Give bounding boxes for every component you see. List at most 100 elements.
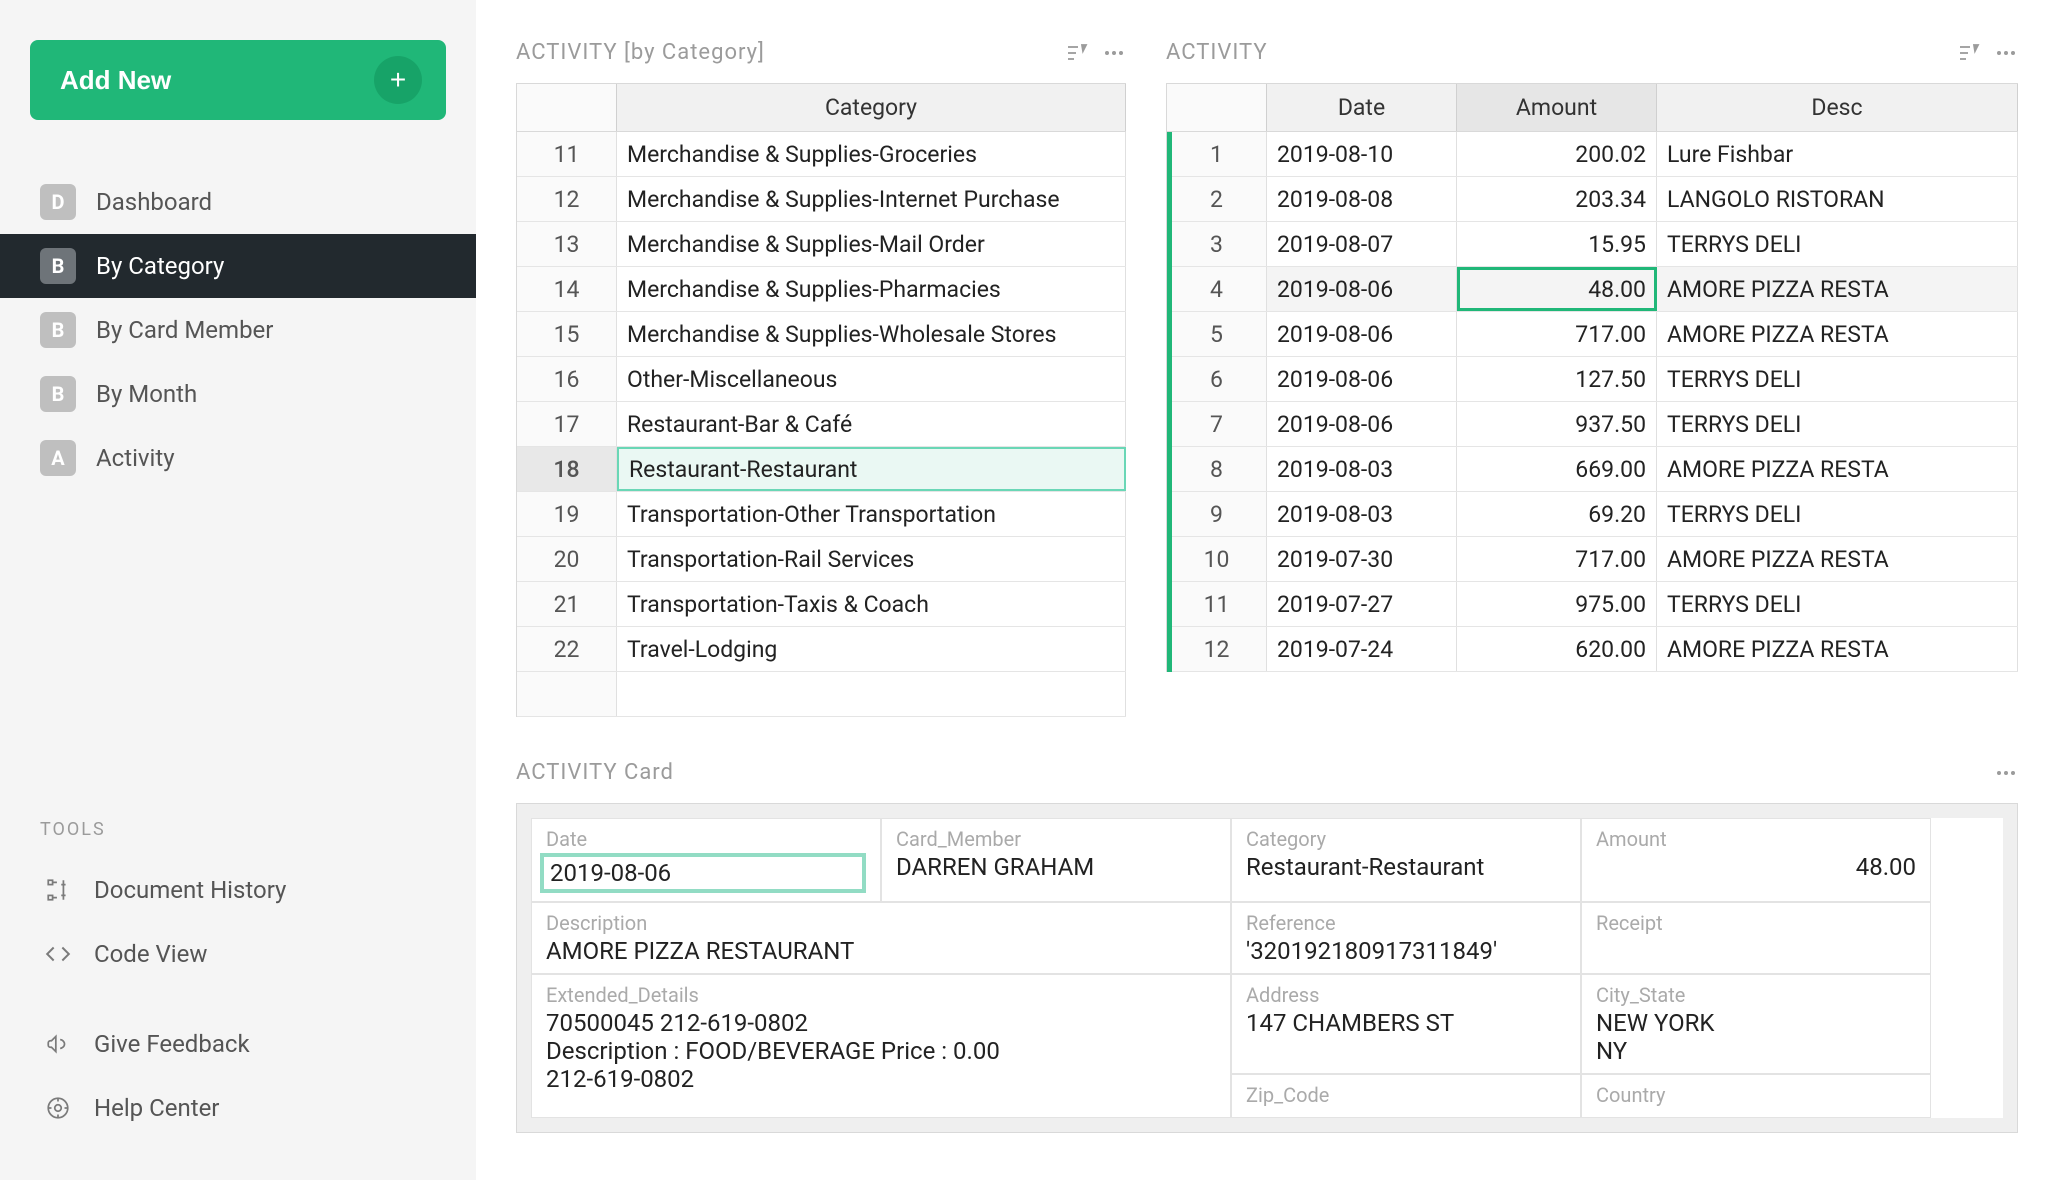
desc-cell[interactable]: AMORE PIZZA RESTA [1657,312,2018,356]
table-row[interactable]: 62019-08-06127.50TERRYS DELI [1167,357,2018,402]
date-cell[interactable]: 2019-07-30 [1267,537,1457,581]
field-extended-details[interactable]: Extended_Details 70500045 212-619-0802 D… [531,974,1231,1118]
add-new-button[interactable]: Add New + [30,40,446,120]
category-cell[interactable]: Restaurant-Restaurant [617,447,1126,491]
category-header[interactable]: Category [617,84,1126,131]
date-cell[interactable]: 2019-07-24 [1267,627,1457,671]
field-reference[interactable]: Reference '320192180917311849' [1231,902,1581,974]
table-row[interactable]: 92019-08-0369.20TERRYS DELI [1167,492,2018,537]
desc-header[interactable]: Desc [1657,84,2018,131]
date-cell[interactable]: 2019-07-27 [1267,582,1457,626]
field-country[interactable]: Country [1581,1074,1931,1118]
amount-header[interactable]: Amount [1457,84,1657,131]
amount-cell[interactable]: 15.95 [1457,222,1657,266]
date-cell[interactable]: 2019-08-07 [1267,222,1457,266]
table-row[interactable]: 16Other-Miscellaneous [517,357,1126,402]
table-row[interactable]: 22019-08-08203.34LANGOLO RISTORAN [1167,177,2018,222]
category-cell[interactable]: Transportation-Taxis & Coach [617,582,1126,626]
desc-cell[interactable]: TERRYS DELI [1657,582,2018,626]
table-row[interactable]: 19Transportation-Other Transportation [517,492,1126,537]
table-row[interactable]: 14Merchandise & Supplies-Pharmacies [517,267,1126,312]
category-cell[interactable]: Merchandise & Supplies-Groceries [617,132,1126,176]
category-cell[interactable]: Transportation-Other Transportation [617,492,1126,536]
table-row[interactable]: 17Restaurant-Bar & Café [517,402,1126,447]
field-description[interactable]: Description AMORE PIZZA RESTAURANT [531,902,1231,974]
desc-cell[interactable]: AMORE PIZZA RESTA [1657,537,2018,581]
date-cell[interactable]: 2019-08-06 [1267,402,1457,446]
amount-cell[interactable]: 127.50 [1457,357,1657,401]
field-city-state[interactable]: City_State NEW YORK NY [1581,974,1931,1074]
date-cell[interactable]: 2019-08-06 [1267,312,1457,356]
category-cell[interactable]: Other-Miscellaneous [617,357,1126,401]
field-amount[interactable]: Amount 48.00 [1581,818,1931,902]
desc-cell[interactable]: AMORE PIZZA RESTA [1657,627,2018,671]
tool-code-view[interactable]: Code View [0,922,476,986]
date-header[interactable]: Date [1267,84,1457,131]
table-row[interactable]: 102019-07-30717.00AMORE PIZZA RESTA [1167,537,2018,582]
table-row[interactable]: 21Transportation-Taxis & Coach [517,582,1126,627]
category-cell[interactable]: Merchandise & Supplies-Pharmacies [617,267,1126,311]
amount-cell[interactable]: 69.20 [1457,492,1657,536]
desc-cell[interactable]: TERRYS DELI [1657,492,2018,536]
field-date[interactable]: Date 2019-08-06 [531,818,881,902]
amount-cell[interactable]: 48.00 [1457,267,1657,311]
desc-cell[interactable]: Lure Fishbar [1657,132,2018,176]
desc-cell[interactable]: LANGOLO RISTORAN [1657,177,2018,221]
category-cell[interactable]: Travel-Lodging [617,627,1126,671]
table-row[interactable]: 122019-07-24620.00AMORE PIZZA RESTA [1167,627,2018,672]
filter-icon[interactable] [1064,41,1088,65]
sidebar-item-by-month[interactable]: B By Month [0,362,476,426]
table-row[interactable]: 18Restaurant-Restaurant [517,447,1126,492]
category-cell[interactable]: Merchandise & Supplies-Wholesale Stores [617,312,1126,356]
category-cell[interactable]: Merchandise & Supplies-Mail Order [617,222,1126,266]
category-cell[interactable]: Restaurant-Bar & Café [617,402,1126,446]
desc-cell[interactable]: AMORE PIZZA RESTA [1657,447,2018,491]
more-icon[interactable] [1994,41,2018,65]
field-category[interactable]: Category Restaurant-Restaurant [1231,818,1581,902]
desc-cell[interactable]: AMORE PIZZA RESTA [1657,267,2018,311]
amount-cell[interactable]: 717.00 [1457,312,1657,356]
desc-cell[interactable]: TERRYS DELI [1657,222,2018,266]
table-row[interactable]: 32019-08-0715.95TERRYS DELI [1167,222,2018,267]
field-receipt[interactable]: Receipt [1581,902,1931,974]
category-cell[interactable]: Merchandise & Supplies-Internet Purchase [617,177,1126,221]
amount-cell[interactable]: 717.00 [1457,537,1657,581]
table-row[interactable]: 12019-08-10200.02Lure Fishbar [1167,132,2018,177]
table-row[interactable]: 72019-08-06937.50TERRYS DELI [1167,402,2018,447]
table-row[interactable]: 11Merchandise & Supplies-Groceries [517,132,1126,177]
more-icon[interactable] [1102,41,1126,65]
date-cell[interactable]: 2019-08-03 [1267,447,1457,491]
more-icon[interactable] [1994,761,2018,785]
desc-cell[interactable]: TERRYS DELI [1657,357,2018,401]
amount-cell[interactable]: 620.00 [1457,627,1657,671]
date-cell[interactable]: 2019-08-08 [1267,177,1457,221]
tool-help-center[interactable]: Help Center [0,1076,476,1140]
sidebar-item-dashboard[interactable]: D Dashboard [0,170,476,234]
amount-cell[interactable]: 200.02 [1457,132,1657,176]
sidebar-item-by-card-member[interactable]: B By Card Member [0,298,476,362]
category-grid[interactable]: Category 11Merchandise & Supplies-Grocer… [516,83,1126,717]
field-zip[interactable]: Zip_Code [1231,1074,1581,1118]
sidebar-item-by-category[interactable]: B By Category [0,234,476,298]
table-row[interactable]: 82019-08-03669.00AMORE PIZZA RESTA [1167,447,2018,492]
field-card-member[interactable]: Card_Member DARREN GRAHAM [881,818,1231,902]
filter-icon[interactable] [1956,41,1980,65]
tool-give-feedback[interactable]: Give Feedback [0,1012,476,1076]
table-row[interactable]: 112019-07-27975.00TERRYS DELI [1167,582,2018,627]
sidebar-item-activity[interactable]: A Activity [0,426,476,490]
activity-grid[interactable]: Date Amount Desc 12019-08-10200.02Lure F… [1166,83,2018,672]
date-cell[interactable]: 2019-08-03 [1267,492,1457,536]
amount-cell[interactable]: 975.00 [1457,582,1657,626]
table-row[interactable]: 12Merchandise & Supplies-Internet Purcha… [517,177,1126,222]
date-cell[interactable]: 2019-08-06 [1267,267,1457,311]
amount-cell[interactable]: 669.00 [1457,447,1657,491]
amount-cell[interactable]: 203.34 [1457,177,1657,221]
table-row[interactable]: 22Travel-Lodging [517,627,1126,672]
category-cell[interactable]: Transportation-Rail Services [617,537,1126,581]
desc-cell[interactable]: TERRYS DELI [1657,402,2018,446]
date-cell[interactable]: 2019-08-10 [1267,132,1457,176]
date-cell[interactable]: 2019-08-06 [1267,357,1457,401]
amount-cell[interactable]: 937.50 [1457,402,1657,446]
table-row[interactable]: 15Merchandise & Supplies-Wholesale Store… [517,312,1126,357]
tool-document-history[interactable]: Document History [0,858,476,922]
